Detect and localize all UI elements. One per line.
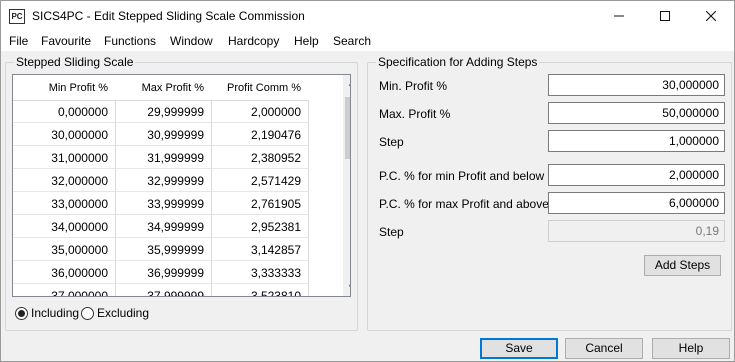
max-profit-label: Max. Profit % <box>379 107 451 121</box>
maximize-icon <box>660 11 670 21</box>
steps-table[interactable]: Min Profit % Max Profit % Profit Comm % … <box>12 74 351 297</box>
cell-profit-comm[interactable]: 3,523810 <box>212 285 309 296</box>
menu-help[interactable]: Help <box>294 34 319 48</box>
cell-profit-comm[interactable]: 2,952381 <box>212 216 309 238</box>
menu-bar: File Favourite Functions Window Hardcopy… <box>1 31 734 51</box>
window-title: SICS4PC - Edit Stepped Sliding Scale Com… <box>32 9 305 23</box>
scroll-up-icon[interactable]: ▲ <box>343 75 350 92</box>
menu-functions[interactable]: Functions <box>104 34 156 48</box>
cell-min-profit[interactable]: 33,000000 <box>13 193 116 215</box>
group-label-stepped-sliding-scale: Stepped Sliding Scale <box>14 55 136 69</box>
application-window: PC SICS4PC - Edit Stepped Sliding Scale … <box>0 0 735 362</box>
cell-min-profit[interactable]: 34,000000 <box>13 216 116 238</box>
pc-max-label: P.C. % for max Profit and above <box>379 197 549 211</box>
cell-max-profit[interactable]: 37,999999 <box>116 285 212 296</box>
pc-min-label: P.C. % for min Profit and below <box>379 169 545 183</box>
step-field[interactable]: 1,000000 <box>548 130 725 152</box>
close-button[interactable] <box>688 1 734 31</box>
radio-excluding-label: Excluding <box>97 306 150 320</box>
cell-max-profit[interactable]: 31,999999 <box>116 147 212 169</box>
save-button[interactable]: Save <box>480 338 558 359</box>
menu-favourite[interactable]: Favourite <box>41 34 91 48</box>
cell-max-profit[interactable]: 36,999999 <box>116 262 212 284</box>
title-bar: PC SICS4PC - Edit Stepped Sliding Scale … <box>1 1 734 31</box>
cell-profit-comm[interactable]: 3,333333 <box>212 262 309 284</box>
group-label-specification: Specification for Adding Steps <box>376 55 540 69</box>
menu-file[interactable]: File <box>9 34 28 48</box>
header-max-profit[interactable]: Max Profit % <box>116 75 212 101</box>
app-icon: PC <box>9 9 25 24</box>
step-result-field: 0,19 <box>548 220 725 242</box>
min-profit-field[interactable]: 30,000000 <box>548 74 725 96</box>
cell-min-profit[interactable]: 35,000000 <box>13 239 116 261</box>
min-profit-label: Min. Profit % <box>379 79 448 93</box>
header-min-profit[interactable]: Min Profit % <box>13 75 116 101</box>
cell-max-profit[interactable]: 32,999999 <box>116 170 212 192</box>
menu-window[interactable]: Window <box>170 34 213 48</box>
pc-max-field[interactable]: 6,000000 <box>548 192 725 214</box>
cell-profit-comm[interactable]: 2,761905 <box>212 193 309 215</box>
cell-min-profit[interactable]: 37,000000 <box>13 285 116 296</box>
menu-hardcopy[interactable]: Hardcopy <box>228 34 279 48</box>
cell-min-profit[interactable]: 36,000000 <box>13 262 116 284</box>
menu-search[interactable]: Search <box>333 34 371 48</box>
pc-min-field[interactable]: 2,000000 <box>548 164 725 186</box>
max-profit-field[interactable]: 50,000000 <box>548 102 725 124</box>
add-steps-button[interactable]: Add Steps <box>644 255 721 276</box>
cell-profit-comm[interactable]: 2,190476 <box>212 124 309 146</box>
cell-max-profit[interactable]: 30,999999 <box>116 124 212 146</box>
cell-profit-comm[interactable]: 2,571429 <box>212 170 309 192</box>
scroll-down-icon[interactable]: ▼ <box>343 279 350 296</box>
cell-max-profit[interactable]: 29,999999 <box>116 101 212 123</box>
radio-including-label: Including <box>31 306 80 320</box>
minimize-icon <box>614 15 624 17</box>
cell-min-profit[interactable]: 30,000000 <box>13 124 116 146</box>
radio-including-indicator[interactable] <box>15 306 28 320</box>
radio-excluding-indicator[interactable] <box>81 306 94 320</box>
help-button[interactable]: Help <box>652 338 730 359</box>
maximize-button[interactable] <box>642 1 688 31</box>
cell-max-profit[interactable]: 34,999999 <box>116 216 212 238</box>
close-icon <box>706 11 716 21</box>
cancel-button[interactable]: Cancel <box>565 338 643 359</box>
header-profit-comm[interactable]: Profit Comm % <box>212 75 309 101</box>
step-label: Step <box>379 135 404 149</box>
cell-min-profit[interactable]: 0,000000 <box>13 101 116 123</box>
scrollbar-thumb[interactable] <box>345 97 350 159</box>
cell-min-profit[interactable]: 31,000000 <box>13 147 116 169</box>
cell-profit-comm[interactable]: 2,000000 <box>212 101 309 123</box>
minimize-button[interactable] <box>596 1 642 31</box>
radio-including[interactable]: Including <box>15 306 79 320</box>
cell-profit-comm[interactable]: 2,380952 <box>212 147 309 169</box>
table-vertical-scrollbar[interactable]: ▲ ▼ <box>343 75 350 296</box>
step-result-label: Step <box>379 225 404 239</box>
cell-profit-comm[interactable]: 3,142857 <box>212 239 309 261</box>
cell-max-profit[interactable]: 35,999999 <box>116 239 212 261</box>
radio-excluding[interactable]: Excluding <box>81 306 149 320</box>
cell-min-profit[interactable]: 32,000000 <box>13 170 116 192</box>
cell-max-profit[interactable]: 33,999999 <box>116 193 212 215</box>
